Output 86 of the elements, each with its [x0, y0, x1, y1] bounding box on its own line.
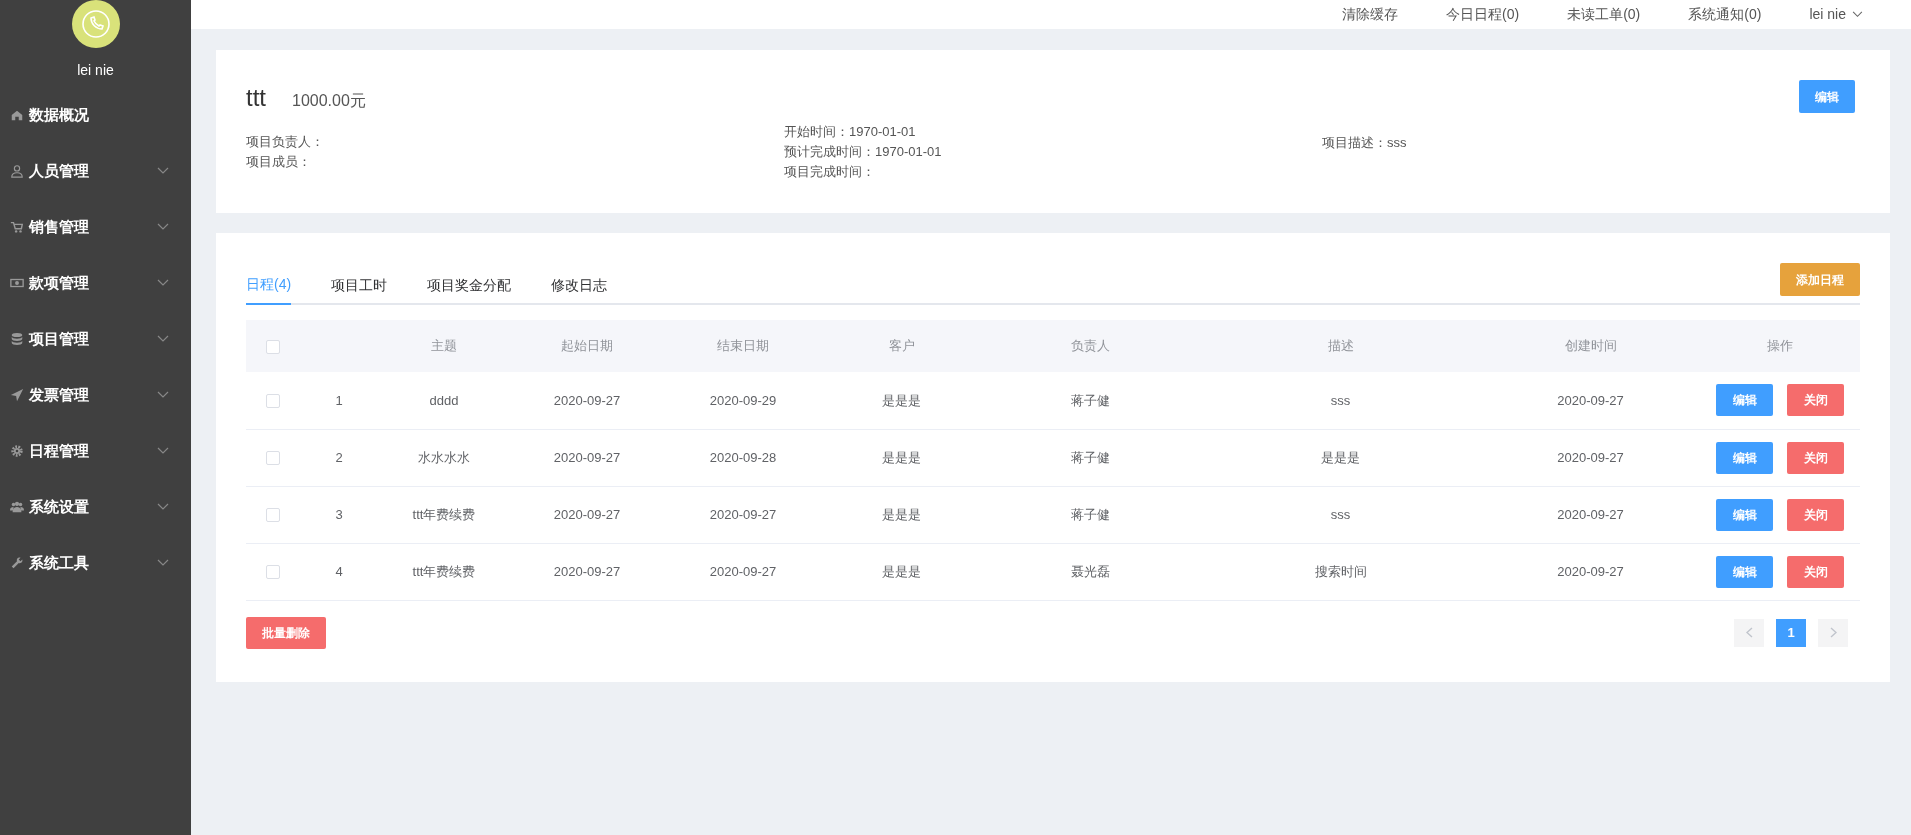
project-title: ttt — [246, 83, 266, 113]
column-header: 主题 — [431, 338, 457, 354]
banknote-icon — [10, 276, 24, 290]
sidebar-item[interactable]: 发票管理 — [0, 367, 191, 423]
checkbox[interactable] — [266, 394, 280, 409]
table-cell: sss — [1330, 392, 1351, 408]
user-menu[interactable]: lei nie — [1809, 4, 1863, 25]
column-header: 描述 — [1327, 338, 1354, 354]
user-name: lei nie — [77, 61, 114, 80]
chevron-down-icon — [1852, 11, 1863, 18]
paper-plane-icon — [10, 388, 24, 402]
top-bar-link[interactable]: 今日日程(0) — [1446, 4, 1520, 25]
table-cell: ttt年费续费 — [412, 563, 476, 579]
table-cell: 搜索时间 — [1314, 563, 1367, 579]
table-cell: 2020-09-28 — [709, 449, 777, 465]
sidebar-item[interactable]: 人员管理 — [0, 143, 191, 199]
sidebar-item[interactable]: 项目管理 — [0, 311, 191, 367]
top-bar-link[interactable]: 系统通知(0) — [1688, 4, 1762, 25]
table-cell: ttt年费续费 — [412, 506, 476, 522]
table-cell: 1 — [335, 392, 343, 408]
table-cell: dddd — [429, 392, 459, 408]
column-header: 创建时间 — [1564, 338, 1617, 354]
table-cell: 3 — [335, 506, 343, 522]
table-cell: 2020-09-27 — [553, 563, 621, 579]
sidebar-item[interactable]: 数据概况 — [0, 87, 191, 143]
table-cell: 聂光磊 — [1071, 563, 1110, 579]
column-header: 结束日期 — [717, 338, 769, 354]
table-cell: 2020-09-27 — [553, 506, 621, 522]
tab[interactable]: 项目工时 — [331, 265, 388, 305]
project-field: 预计完成时间：1970-01-01 — [784, 142, 1322, 162]
table-cell: 蒋子健 — [1071, 392, 1110, 408]
sidebar-item[interactable]: 款项管理 — [0, 255, 191, 311]
table-cell: 是是是 — [882, 506, 921, 522]
project-field: 开始时间：1970-01-01 — [784, 122, 1322, 142]
project-field: 项目描述：sss — [1322, 133, 1860, 153]
database-icon — [10, 332, 24, 346]
previous-page-button[interactable] — [1734, 618, 1764, 647]
chevron-right-icon — [1829, 627, 1837, 638]
users-icon — [10, 500, 24, 514]
column-header: 负责人 — [1071, 338, 1110, 354]
checkbox[interactable] — [266, 339, 280, 354]
tab[interactable]: 项目奖金分配 — [427, 265, 512, 305]
gear-icon — [10, 444, 24, 458]
next-page-button[interactable] — [1818, 618, 1848, 647]
column-header: 操作 — [1767, 338, 1793, 354]
table-cell: 2020-09-27 — [553, 449, 621, 465]
table-cell: 2020-09-29 — [709, 392, 777, 408]
table-cell: 2020-09-27 — [709, 506, 777, 522]
table-cell: 是是是 — [1321, 449, 1360, 465]
checkbox[interactable] — [266, 565, 280, 580]
user-icon — [10, 164, 24, 178]
sidebar-item[interactable]: 日程管理 — [0, 423, 191, 479]
table-cell: 2020-09-27 — [709, 563, 777, 579]
sidebar-item[interactable]: 系统工具 — [0, 535, 191, 591]
chevron-left-icon — [1745, 627, 1753, 638]
sidebar-item[interactable]: 销售管理 — [0, 199, 191, 255]
table-cell: 水水水水 — [418, 449, 470, 465]
table-cell: 2020-09-27 — [1557, 449, 1624, 465]
table-cell: 是是是 — [882, 392, 921, 408]
project-field: 项目成员： — [246, 152, 784, 172]
table-cell: 2020-09-27 — [1557, 506, 1624, 522]
project-amount: 1000.00元 — [292, 91, 366, 111]
table-cell: 2020-09-27 — [1557, 563, 1624, 579]
table-cell: sss — [1330, 506, 1351, 522]
top-bar-link[interactable]: 清除缓存 — [1342, 4, 1399, 25]
sidebar-item[interactable]: 系统设置 — [0, 479, 191, 535]
checkbox[interactable] — [266, 508, 280, 523]
table-cell: 2020-09-27 — [553, 392, 621, 408]
column-header: 客户 — [888, 338, 915, 354]
top-bar-link[interactable]: 未读工单(0) — [1567, 4, 1641, 25]
cart-icon — [10, 220, 24, 234]
table-cell: 是是是 — [882, 563, 921, 579]
table-cell: 蒋子健 — [1071, 506, 1110, 522]
table-cell: 2 — [335, 449, 343, 465]
table-cell: 4 — [335, 563, 343, 579]
tab[interactable]: 修改日志 — [551, 265, 608, 305]
project-field: 项目负责人： — [246, 132, 784, 152]
column-header: 起始日期 — [561, 338, 613, 354]
table-cell: 蒋子健 — [1071, 449, 1110, 465]
home-icon — [10, 108, 24, 122]
table-cell: 2020-09-27 — [1557, 392, 1624, 408]
checkbox[interactable] — [266, 451, 280, 466]
avatar-icon — [71, 0, 120, 48]
project-field: 项目完成时间： — [784, 162, 1322, 182]
wrench-icon — [10, 556, 24, 570]
table-cell: 是是是 — [882, 449, 921, 465]
